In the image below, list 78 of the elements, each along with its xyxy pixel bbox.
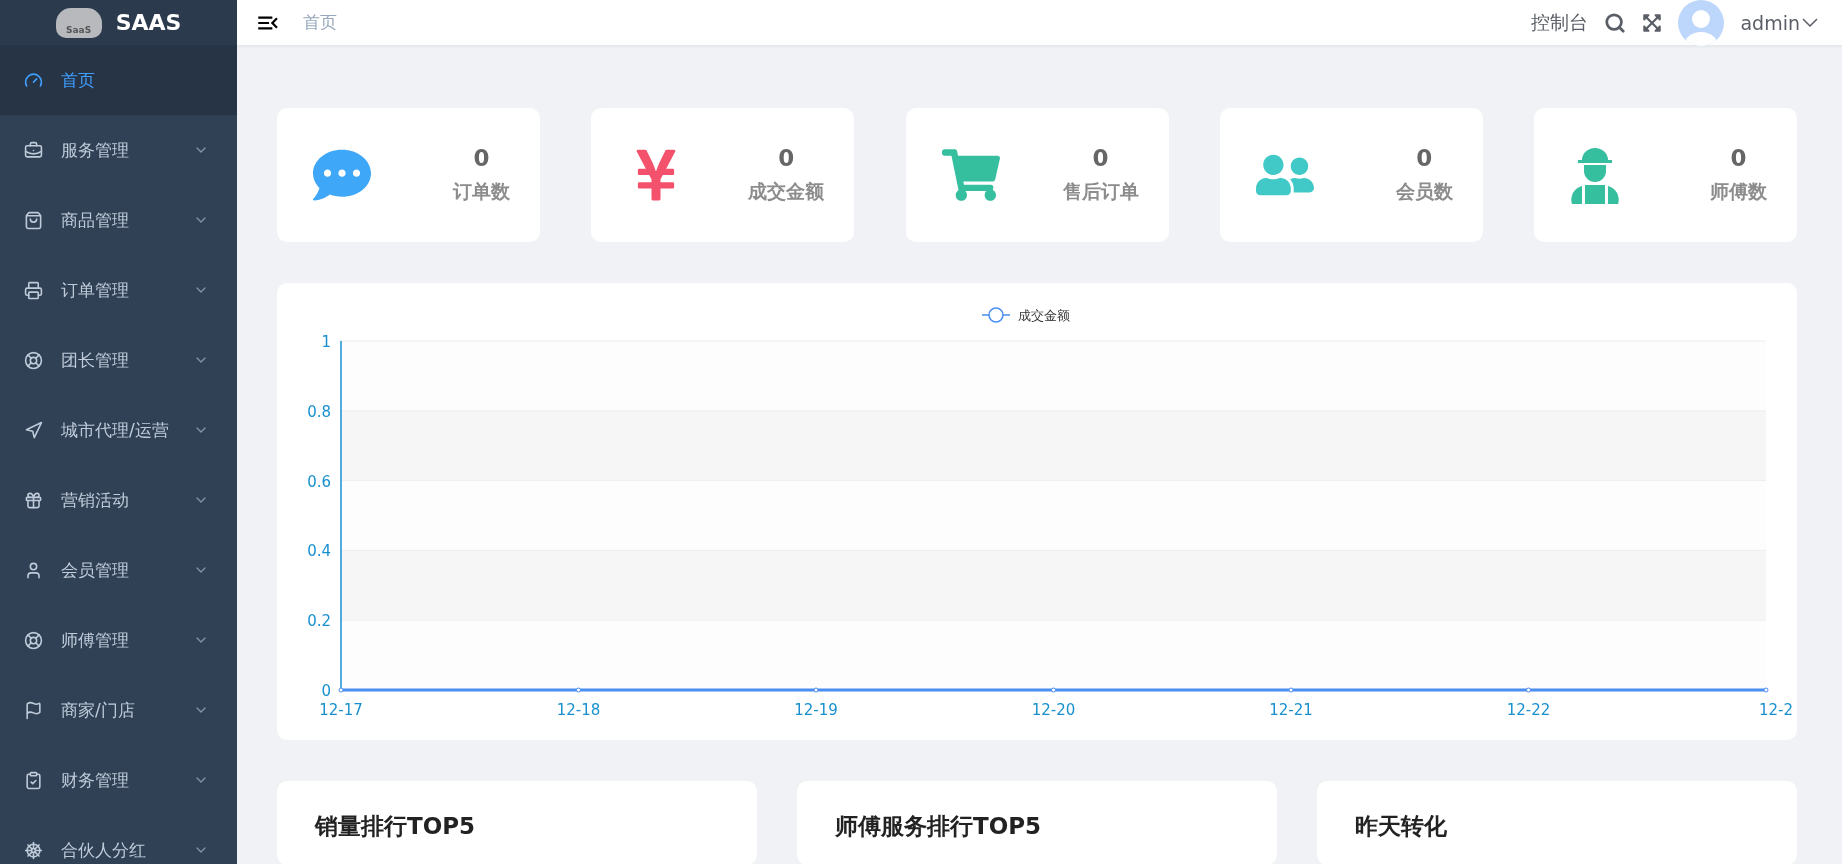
panel-title: 销量排行TOP5: [315, 813, 476, 839]
sidebar-item-label: 会员管理: [61, 558, 130, 582]
stat-value: 0: [1092, 145, 1109, 171]
sidebar-item-label: 城市代理/运营: [61, 418, 170, 442]
lifebuoy-icon: [24, 630, 43, 650]
flag-icon: [24, 700, 43, 720]
sidebar-item-label: 营销活动: [61, 488, 130, 512]
sidebar-item[interactable]: 订单管理: [0, 255, 237, 325]
y-tick-label: 1: [321, 333, 331, 351]
y-tick-label: 0.8: [307, 402, 331, 421]
fullscreen-icon[interactable]: [1642, 12, 1663, 33]
sidebar-item[interactable]: 服务管理: [0, 115, 237, 185]
stat-label: 成交金额: [748, 179, 825, 204]
sidebar-item-label: 服务管理: [61, 138, 130, 162]
y-tick-label: 0: [321, 682, 331, 700]
x-tick-label: 12-18: [556, 701, 601, 719]
user-menu[interactable]: admin: [1740, 11, 1818, 34]
gauge-icon: [24, 70, 43, 90]
search-icon[interactable]: [1604, 11, 1627, 34]
sidebar-item-label: 商家/门店: [61, 698, 136, 722]
sidebar-item-label: 合伙人分红: [61, 838, 147, 862]
sidebar-item[interactable]: 会员管理: [0, 535, 237, 605]
shopping-bag-icon: [24, 210, 43, 230]
sidebar-item-label: 师傅管理: [61, 628, 130, 652]
x-tick-label: 12-21: [1269, 701, 1313, 719]
data-point: [1288, 687, 1294, 693]
gift-icon: [24, 490, 43, 510]
data-point: [813, 687, 819, 693]
data-point: [1763, 687, 1769, 693]
stat-label: 订单数: [453, 179, 510, 204]
legend-marker-icon: [981, 307, 1011, 323]
y-tick-label: 0.4: [307, 542, 331, 561]
sidebar-item[interactable]: 商品管理: [0, 185, 237, 255]
sidebar-item[interactable]: 团长管理: [0, 325, 237, 395]
data-point: [338, 687, 344, 693]
data-point: [1526, 687, 1531, 693]
panel-title: 昨天转化: [1355, 813, 1447, 839]
y-tick-label: 0.2: [307, 612, 331, 631]
x-tick-label: 12-20: [1031, 701, 1076, 719]
sidebar-item[interactable]: 营销活动: [0, 465, 237, 535]
sidebar-item-label: 订单管理: [61, 278, 130, 302]
sidebar-item[interactable]: 师傅管理: [0, 605, 237, 675]
stat-label: 会员数: [1395, 179, 1453, 204]
sidebar-item-label: 团长管理: [61, 348, 130, 372]
x-tick-label: 12-17: [319, 701, 363, 719]
sidebar-item-label: 首页: [61, 68, 96, 92]
sidebar-item[interactable]: 合伙人分红: [0, 815, 237, 864]
lifebuoy-icon: [24, 350, 43, 370]
data-point: [1051, 687, 1056, 693]
sidebar-item-label: 财务管理: [61, 768, 130, 792]
x-tick-label: 12-2: [1759, 701, 1794, 719]
stat-value: 0: [1730, 145, 1747, 171]
user-icon: [24, 560, 43, 580]
wheel-icon: [24, 840, 43, 860]
data-point: [576, 687, 581, 693]
clipboard-check-icon: [24, 770, 43, 790]
legend-label: 成交金额: [1018, 308, 1070, 323]
navigation-arrow-icon: [24, 420, 43, 440]
console-link[interactable]: 控制台: [1531, 9, 1589, 36]
x-tick-label: 12-22: [1506, 701, 1551, 719]
cloud-logo: SaaS: [55, 7, 102, 38]
y-tick-label: 0.6: [307, 472, 331, 491]
sidebar-item[interactable]: 财务管理: [0, 745, 237, 815]
stat-label: 师傅数: [1710, 179, 1767, 204]
stat-value: 0: [778, 145, 795, 171]
stat-label: 售后订单: [1062, 179, 1139, 204]
brand-name: SAAS: [115, 10, 182, 35]
panel-title: 师傅服务排行TOP5: [835, 813, 1042, 839]
stat-value: 0: [1416, 145, 1433, 171]
sidebar-item-label: 商品管理: [61, 208, 130, 232]
briefcase-icon: [24, 140, 43, 160]
sidebar-item[interactable]: 城市代理/运营: [0, 395, 237, 465]
x-tick-label: 12-19: [794, 701, 838, 719]
stat-value: 0: [473, 145, 490, 171]
sidebar-item[interactable]: 首页: [0, 45, 237, 115]
printer-icon: [24, 280, 43, 300]
chevron-down-icon: [1802, 18, 1818, 27]
sidebar-item[interactable]: 商家/门店: [0, 675, 237, 745]
